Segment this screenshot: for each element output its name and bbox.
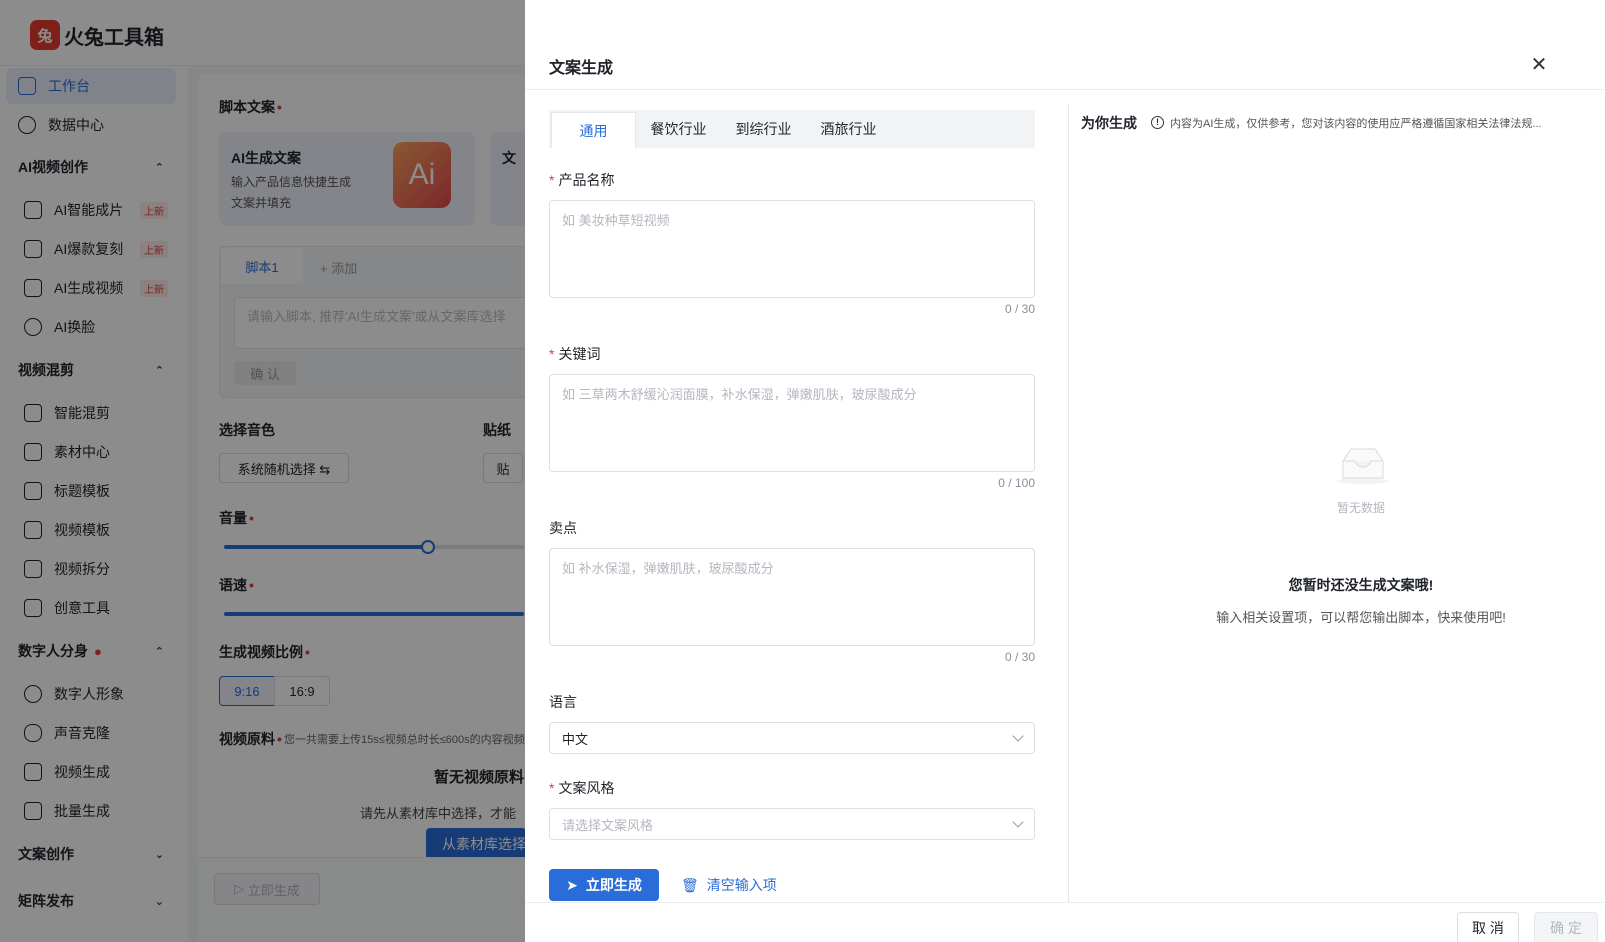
empty-result-desc: 输入相关设置项，可以帮您输出脚本，快来使用吧! xyxy=(1216,610,1506,625)
send-icon: ➤ xyxy=(566,876,578,893)
drawer-title: 文案生成 xyxy=(549,60,614,77)
drawer-header: 文案生成 ✕ xyxy=(525,0,1605,90)
empty-inbox-icon xyxy=(1337,448,1389,484)
result-pane: 为你生成 ! 内容为AI生成，仅供参考，您对该内容的使用应严格遵循国家相关法律法… xyxy=(1081,105,1591,902)
drawer-footer: 取 消 确 定 xyxy=(525,902,1605,942)
selling-point-count: 0 / 30 xyxy=(1004,650,1035,664)
clear-inputs-button[interactable]: 🗑 清空输入项 xyxy=(681,869,777,901)
keywords-label: * 关键词 xyxy=(549,346,601,362)
language-label: 语言 xyxy=(549,694,577,710)
selling-point-input[interactable]: 如 补水保湿，弹嫩肌肤，玻尿酸成分 xyxy=(549,548,1035,646)
copy-style-select[interactable]: 请选择文案风格 xyxy=(549,808,1035,840)
pane-divider xyxy=(1068,105,1069,902)
chevron-down-icon xyxy=(1012,730,1024,742)
clear-inputs-label: 清空输入项 xyxy=(706,877,777,893)
copy-style-placeholder: 请选择文案风格 xyxy=(562,817,654,833)
tab-hotel-travel[interactable]: 酒旅行业 xyxy=(806,110,891,148)
chevron-down-icon xyxy=(1012,816,1024,828)
empty-data-label: 暂无数据 xyxy=(1336,501,1385,515)
keywords-count: 0 / 100 xyxy=(998,476,1035,490)
trash-icon: 🗑 xyxy=(681,876,699,893)
keywords-input[interactable]: 如 三草两木舒缓沁润面膜，补水保湿，弹嫩肌肤，玻尿酸成分 xyxy=(549,374,1035,472)
cancel-button[interactable]: 取 消 xyxy=(1457,912,1519,942)
info-icon: ! xyxy=(1151,116,1164,129)
language-select[interactable]: 中文 xyxy=(549,722,1035,754)
selling-point-label: 卖点 xyxy=(549,520,577,536)
industry-tabs: 通用 餐饮行业 到综行业 酒旅行业 xyxy=(549,110,1035,148)
product-name-label: * 产品名称 xyxy=(549,172,615,188)
language-value: 中文 xyxy=(562,731,589,747)
empty-result-title: 您暂时还没生成文案哦! xyxy=(1288,577,1434,593)
tab-catering[interactable]: 餐饮行业 xyxy=(636,110,721,148)
ai-disclaimer: 内容为AI生成，仅供参考，您对该内容的使用应严格遵循国家相关法律法规... xyxy=(1170,118,1542,130)
generate-now-label: 立即生成 xyxy=(585,877,642,893)
close-icon[interactable]: ✕ xyxy=(1527,53,1551,77)
product-name-input[interactable]: 如 美妆种草短视频 xyxy=(549,200,1035,298)
tab-general[interactable]: 通用 xyxy=(551,112,636,148)
copy-style-label: * 文案风格 xyxy=(549,780,615,796)
form-pane: 通用 餐饮行业 到综行业 酒旅行业 * 产品名称 如 美妆种草短视频 0 / 30… xyxy=(549,110,1035,901)
product-name-count: 0 / 30 xyxy=(1004,302,1035,316)
tab-local-services[interactable]: 到综行业 xyxy=(721,110,806,148)
confirm-button[interactable]: 确 定 xyxy=(1534,912,1598,942)
result-title: 为你生成 xyxy=(1081,115,1137,131)
copy-generation-drawer: 文案生成 ✕ 通用 餐饮行业 到综行业 酒旅行业 * 产品名称 如 美妆种草短视频… xyxy=(525,0,1605,942)
generate-now-button[interactable]: ➤ 立即生成 xyxy=(549,869,659,901)
